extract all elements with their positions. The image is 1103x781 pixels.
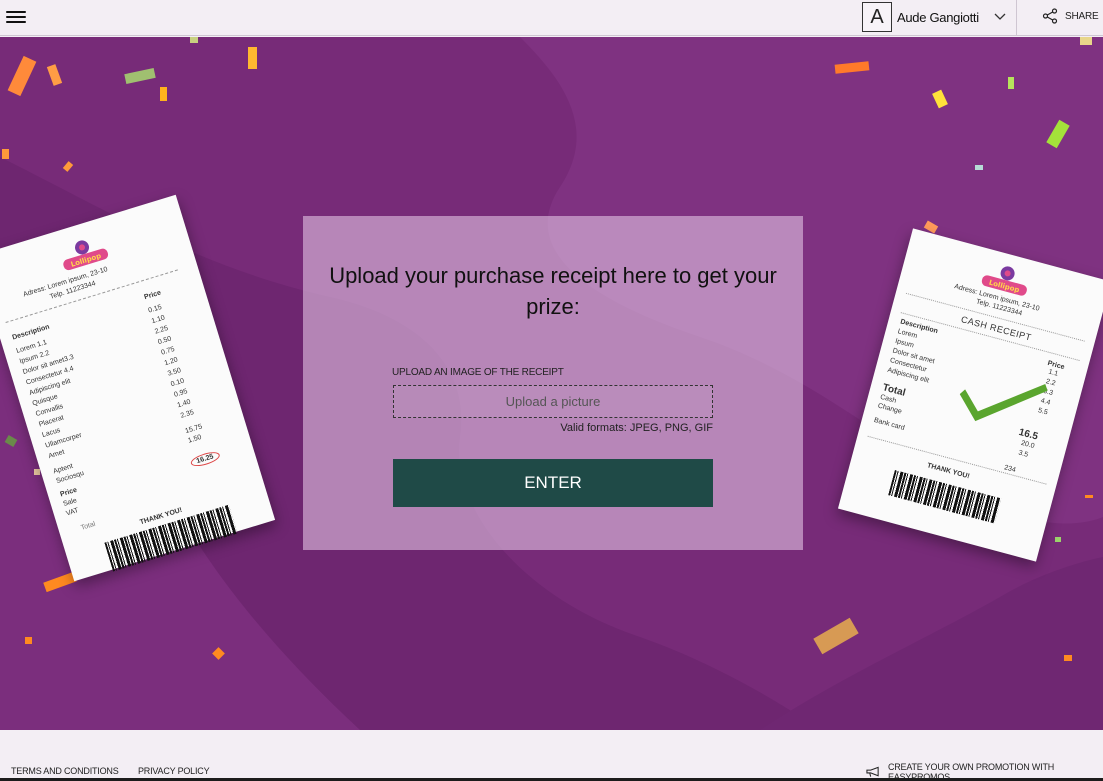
receipt-item-price: 2.35 (179, 409, 195, 420)
upload-placeholder: Upload a picture (505, 394, 601, 409)
confetti (25, 637, 32, 644)
user-name: Aude Gangiotti (897, 9, 979, 25)
checkmark-icon (959, 383, 1048, 422)
confetti (1008, 77, 1014, 89)
privacy-link[interactable]: PRIVACY POLICY (138, 766, 210, 776)
share-icon (1042, 8, 1058, 24)
confetti (248, 47, 257, 69)
receipt-item-price: 1.40 (176, 398, 192, 410)
confetti (1055, 537, 1061, 542)
confetti (1080, 37, 1092, 45)
terms-link[interactable]: TERMS AND CONDITIONS (11, 766, 119, 776)
confetti (2, 149, 9, 159)
confetti (1085, 495, 1093, 498)
footer: TERMS AND CONDITIONS PRIVACY POLICY CREA… (0, 730, 1103, 781)
receipt-item-name: Lacus (41, 426, 62, 440)
confetti (190, 37, 198, 43)
receipt-vat-label: VAT (65, 507, 80, 518)
confetti (34, 469, 40, 475)
share-button[interactable]: SHARE (1042, 8, 1099, 24)
valid-formats-text: Valid formats: JPEG, PNG, GIF (560, 422, 713, 434)
avatar: A (862, 2, 892, 32)
receipt-item-price: 2.25 (153, 324, 170, 336)
receipt-item-price: 1.20 (163, 356, 179, 368)
receipt-item-name: Placerat (38, 414, 65, 429)
chevron-down-icon (994, 13, 1006, 20)
barcode (888, 469, 1002, 524)
receipt-item-price: 0.75 (160, 345, 176, 357)
receipt-change-value: 3.5 (1017, 449, 1029, 459)
upload-card: Upload your purchase receipt here to get… (303, 216, 803, 550)
receipt-total-label: Total (80, 520, 97, 532)
receipt-total-value: 16.25 (189, 449, 221, 469)
confetti (160, 87, 167, 101)
user-menu[interactable]: A Aude Gangiotti (862, 2, 1007, 32)
receipt-divider (900, 312, 1080, 361)
upload-label: UPLOAD AN IMAGE OF THE RECEIPT (392, 367, 564, 378)
receipt-item-price: 0.95 (173, 388, 189, 399)
receipt-item-name: Amet (47, 448, 66, 461)
receipt-item-price: 1.10 (150, 314, 166, 326)
receipt-sale-label: Sale (62, 497, 78, 508)
share-label: SHARE (1065, 10, 1099, 22)
receipt-item-price: 1.1 (1047, 368, 1059, 378)
receipt-sociosqu-value: 1.50 (187, 433, 203, 445)
upload-picture-input[interactable]: Upload a picture (393, 385, 713, 418)
receipt-change-label: Change (876, 402, 903, 416)
top-bar: A Aude Gangiotti SHARE (0, 0, 1103, 36)
receipt-bank-label: Bank card (873, 416, 906, 432)
share-divider (1016, 0, 1017, 36)
receipt-item-price: 0.50 (157, 335, 173, 347)
receipt-thanks: THANK YOU! (926, 462, 971, 481)
receipt-col-price: Price (143, 289, 162, 302)
receipt-item-price: 0.10 (170, 377, 186, 389)
enter-button[interactable]: ENTER (393, 459, 713, 507)
page-title: Upload your purchase receipt here to get… (329, 263, 777, 319)
confetti (975, 165, 983, 170)
hamburger-menu-icon[interactable] (6, 8, 26, 28)
confetti (1064, 655, 1072, 661)
megaphone-icon (866, 766, 879, 777)
receipt-item-price: 3.50 (166, 367, 182, 378)
receipt-item-price: 0.15 (147, 303, 163, 315)
